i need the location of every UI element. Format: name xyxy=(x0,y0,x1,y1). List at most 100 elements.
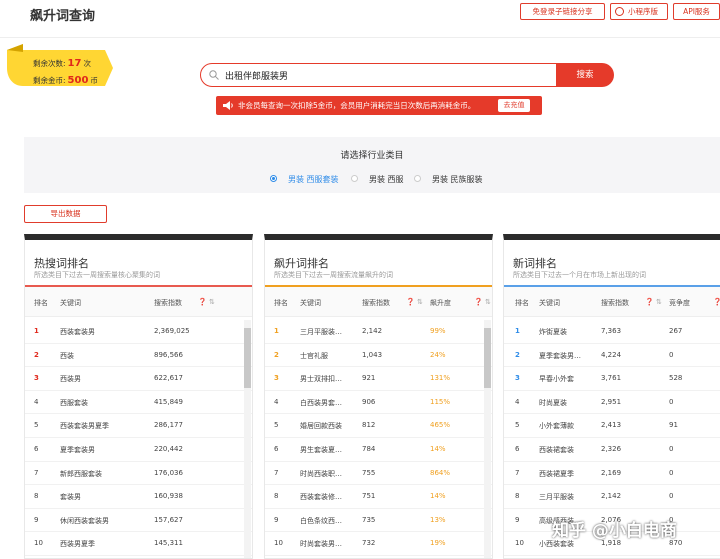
competition-cell: 91 xyxy=(669,421,678,430)
mini-program-button[interactable]: 小程序版 xyxy=(610,3,668,20)
table-row[interactable]: 3 早春小外套 3,761 528 xyxy=(504,367,720,391)
table-row[interactable]: 2 士官礼服 1,043 24% xyxy=(265,344,492,368)
column-header[interactable]: 搜索指数 xyxy=(154,298,182,308)
panel-subtitle: 所选类目下过去一周搜索流量飙升的词 xyxy=(274,271,393,279)
category-option-label: 男装 西服套装 xyxy=(288,175,339,184)
table-row[interactable]: 4 时尚夏装 2,951 0 xyxy=(504,391,720,415)
table-row[interactable]: 8 套装男 160,938 xyxy=(25,485,252,509)
search-index-cell: 145,311 xyxy=(154,539,183,548)
scrollbar[interactable] xyxy=(484,320,491,558)
keyword-cell: 炸街夏装 xyxy=(539,328,567,336)
table-header: 排名 关键词 搜索指数 ❓ ⇅ xyxy=(25,287,252,317)
quota-badge: 剩余次数: 17 次 剩余金币: 500 币 xyxy=(5,44,115,90)
rank-cell: 5 xyxy=(515,421,520,430)
rise-rate-cell: 14% xyxy=(430,445,446,453)
table-row[interactable]: 4 白西装男套… 906 115% xyxy=(265,391,492,415)
sort-icon[interactable]: ❓ ⇅ xyxy=(474,298,491,306)
table-row[interactable]: 1 西装套装男 2,369,025 xyxy=(25,320,252,344)
radio-icon xyxy=(351,175,358,182)
search-button[interactable]: 搜索 xyxy=(556,63,614,87)
table-row[interactable]: 5 西装套装男夏季 286,177 xyxy=(25,414,252,438)
column-header[interactable]: 搜索指数 xyxy=(601,298,629,308)
search-index-cell: 751 xyxy=(362,492,376,501)
new-keywords-panel: 新词排名 所选类目下过去一个月在市场上新出现的词 排名 关键词 搜索指数 ❓ ⇅ 竞争度… xyxy=(503,234,720,559)
table-header: 排名 关键词 搜索指数 ❓ ⇅ 竞争度 ❓ ⇅ xyxy=(504,287,720,317)
rank-cell: 10 xyxy=(515,539,524,548)
api-service-button[interactable]: API服务 xyxy=(673,3,720,20)
search-index-cell: 4,224 xyxy=(601,350,622,359)
sort-icon[interactable]: ❓ ⇅ xyxy=(406,298,423,306)
keyword-cell: 西装套装修… xyxy=(300,493,342,502)
search-index-cell: 906 xyxy=(362,397,376,406)
table-row[interactable]: 7 西装裙夏季 2,169 0 xyxy=(504,462,720,486)
keyword-cell: 三月平服装… xyxy=(300,328,342,336)
table-row[interactable]: 10 西装男夏季 145,311 xyxy=(25,532,252,556)
search-index-cell: 160,938 xyxy=(154,492,183,501)
keyword-cell: 套装男 xyxy=(60,493,81,502)
table-row[interactable]: 7 时尚西装职… 755 864% xyxy=(265,462,492,486)
competition-cell: 528 xyxy=(669,374,683,383)
sort-icon[interactable]: ❓ ⇅ xyxy=(198,298,215,306)
recharge-button[interactable]: 去充值 xyxy=(498,99,530,112)
table-row[interactable]: 3 西装男 622,617 xyxy=(25,367,252,391)
rise-rate-cell: 19% xyxy=(430,539,446,548)
table-row[interactable]: 5 婚居回款西装 812 465% xyxy=(265,414,492,438)
rank-cell: 3 xyxy=(274,374,279,383)
table-row[interactable]: 8 西装套装修… 751 14% xyxy=(265,485,492,509)
mini-program-icon xyxy=(615,7,624,16)
export-button[interactable]: 导出数据 xyxy=(24,205,107,223)
rank-cell: 4 xyxy=(34,397,39,406)
table-row[interactable]: 1 炸街夏装 7,363 267 xyxy=(504,320,720,344)
search-index-cell: 2,142 xyxy=(601,492,622,501)
share-link-button[interactable]: 免登录子链接分享 xyxy=(520,3,605,20)
table-row[interactable]: 2 夏季套装男… 4,224 0 xyxy=(504,344,720,368)
sort-icon[interactable]: ❓ ⇅ xyxy=(713,298,720,306)
panel-title: 新词排名 xyxy=(513,257,557,270)
search-index-cell: 2,142 xyxy=(362,327,383,335)
column-header: 关键词 xyxy=(300,299,321,307)
keyword-cell: 士官礼服 xyxy=(300,351,328,360)
watermark: 知乎 @小白电商 xyxy=(552,521,677,541)
table-row[interactable]: 8 三月平服装 2,142 0 xyxy=(504,485,720,509)
table-row[interactable]: 6 男生套装夏… 784 14% xyxy=(265,438,492,462)
table-row[interactable]: 4 西服套装 415,849 xyxy=(25,391,252,415)
table-row[interactable]: 1 三月平服装… 2,142 99% xyxy=(265,320,492,344)
table-row[interactable]: 7 新郎西服套装 176,036 xyxy=(25,462,252,486)
table-row[interactable]: 6 夏季套装男 220,442 xyxy=(25,438,252,462)
keyword-cell: 三月平服装 xyxy=(539,493,574,502)
table-row[interactable]: 5 小外套薄款 2,413 91 xyxy=(504,414,720,438)
column-header: 关键词 xyxy=(60,299,81,307)
search-index-cell: 176,036 xyxy=(154,468,183,477)
table-row[interactable]: 3 男士双排扣… 921 131% xyxy=(265,367,492,391)
search-index-cell: 2,951 xyxy=(601,397,622,406)
rank-cell: 9 xyxy=(34,515,39,524)
remaining-count: 剩余次数: 17 次 xyxy=(33,58,91,69)
keyword-cell: 男士双排扣… xyxy=(300,375,342,384)
search-input[interactable]: 出租伴郎服装男 xyxy=(200,63,558,87)
radio-icon xyxy=(414,175,421,182)
search-index-cell: 921 xyxy=(362,374,376,383)
table-row[interactable]: 6 西装裙套装 2,326 0 xyxy=(504,438,720,462)
top-header: 飙升词查询 免登录子链接分享 小程序版 API服务 xyxy=(0,0,720,38)
sort-icon[interactable]: ❓ ⇅ xyxy=(645,298,662,306)
scrollbar-thumb[interactable] xyxy=(484,328,491,388)
table-row[interactable]: 9 白色条纹西… 735 13% xyxy=(265,509,492,533)
table-row[interactable]: 9 休闲西装套装男 157,627 xyxy=(25,509,252,533)
rank-cell: 2 xyxy=(515,350,520,359)
keyword-cell: 小外套薄款 xyxy=(539,422,574,431)
search-index-cell: 755 xyxy=(362,468,376,477)
column-header[interactable]: 竞争度 xyxy=(669,298,690,308)
search-index-cell: 784 xyxy=(362,445,376,453)
keyword-cell: 白西装男套… xyxy=(300,398,342,407)
table-row[interactable]: 10 时尚套装男… 732 19% xyxy=(265,532,492,556)
scrollbar[interactable] xyxy=(244,320,251,558)
rank-cell: 4 xyxy=(274,397,279,406)
panel-title: 热搜词排名 xyxy=(34,257,89,270)
column-header[interactable]: 飙升度 xyxy=(430,298,451,308)
table-row[interactable]: 2 西装 896,566 xyxy=(25,344,252,368)
keyword-cell: 西装男夏季 xyxy=(60,540,95,549)
scrollbar-thumb[interactable] xyxy=(244,328,251,388)
column-header[interactable]: 搜索指数 xyxy=(362,298,390,308)
rank-cell: 7 xyxy=(34,468,39,477)
keyword-cell: 新郎西服套装 xyxy=(60,469,102,478)
